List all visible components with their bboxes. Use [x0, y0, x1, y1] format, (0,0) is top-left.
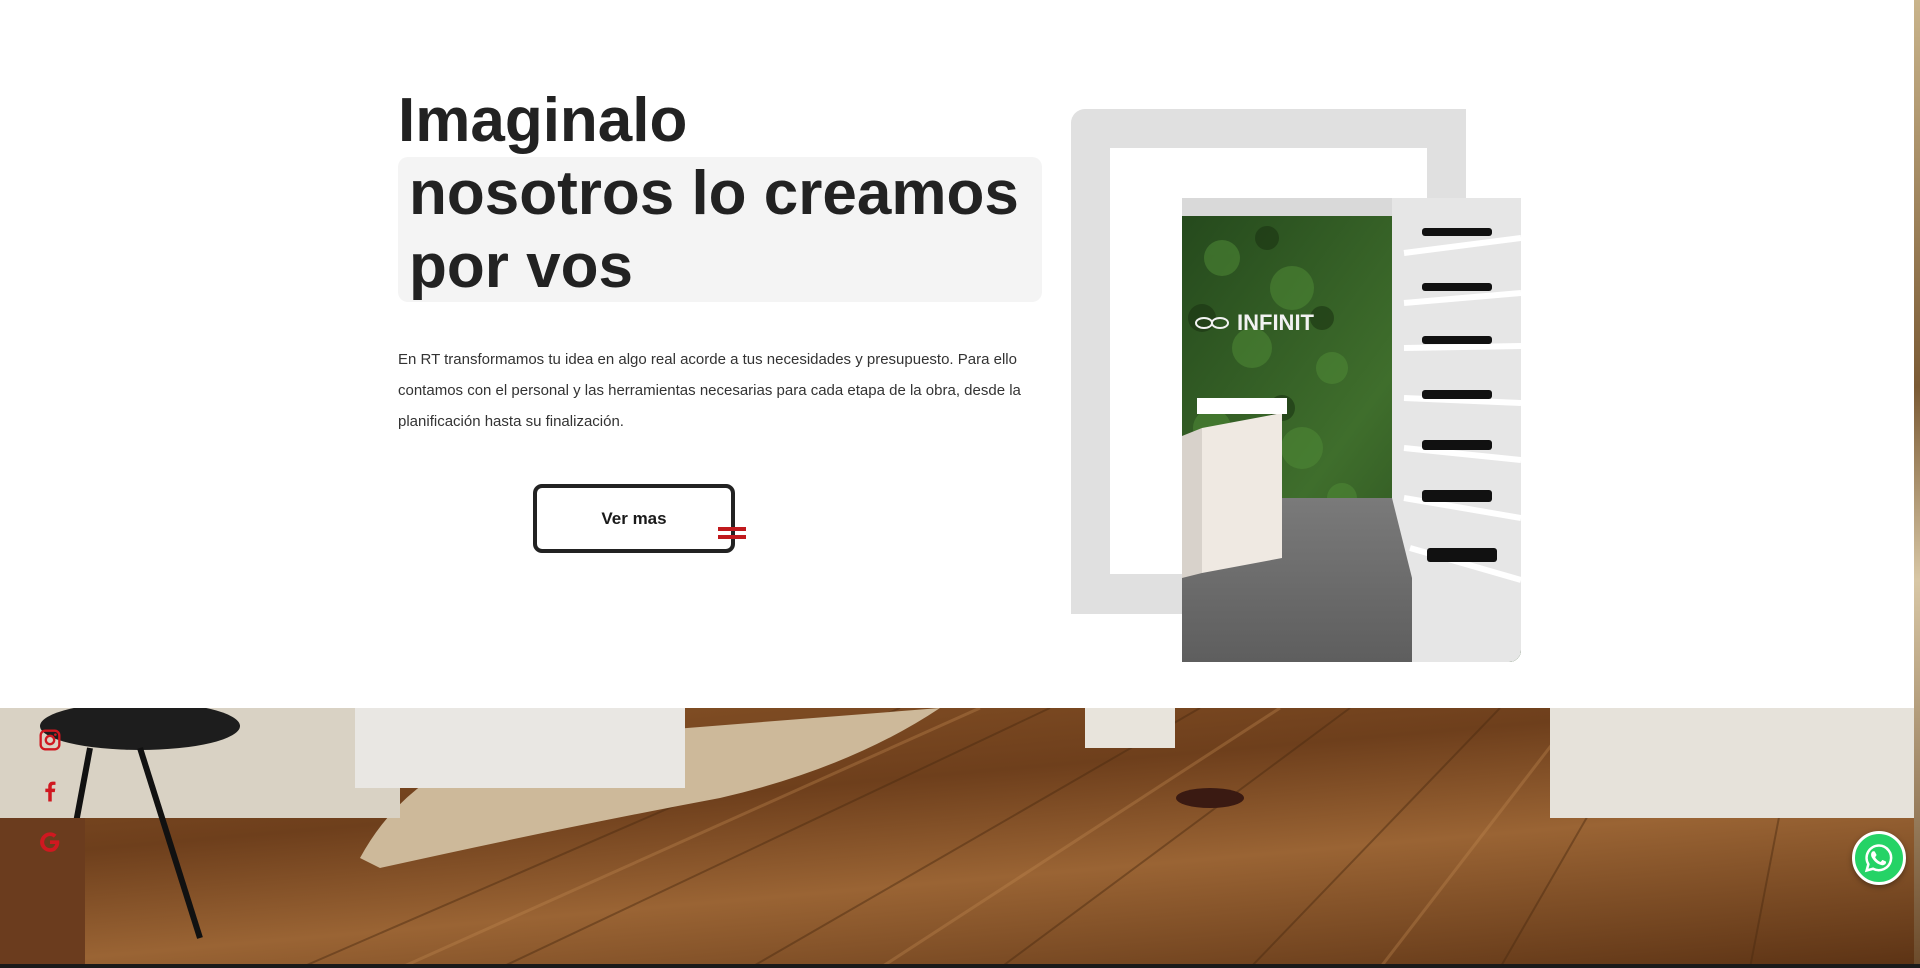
facebook-link[interactable] [36, 777, 64, 805]
ver-mas-button[interactable]: Ver mas [533, 484, 735, 553]
instagram-icon [39, 729, 61, 751]
google-link[interactable] [36, 828, 64, 856]
instagram-link[interactable] [36, 726, 64, 754]
whatsapp-icon [1864, 844, 1893, 873]
background-edge-strip [1914, 0, 1920, 968]
bottom-edge-bar [0, 964, 1920, 968]
photo-sign-text: INFINIT [1237, 310, 1315, 335]
google-icon [40, 832, 60, 852]
intro-paragraph: En RT transformamos tu idea en algo real… [398, 351, 1021, 430]
social-links [36, 726, 66, 879]
headline-line-3: por vos [409, 232, 633, 301]
button-accent-mark [718, 524, 746, 542]
headline-line-1: Imaginalo [398, 86, 688, 155]
headline-line-2: nosotros lo creamos [409, 159, 1019, 228]
hero-section: Imaginalo nosotros lo creamos por vos En… [0, 0, 1914, 708]
page-title: Imaginalo nosotros lo creamos por vos [398, 84, 1019, 303]
background-floor-photo [0, 708, 1920, 968]
whatsapp-button[interactable] [1852, 831, 1906, 885]
facebook-icon [45, 781, 56, 802]
showroom-photo: INFINIT [1182, 198, 1521, 662]
